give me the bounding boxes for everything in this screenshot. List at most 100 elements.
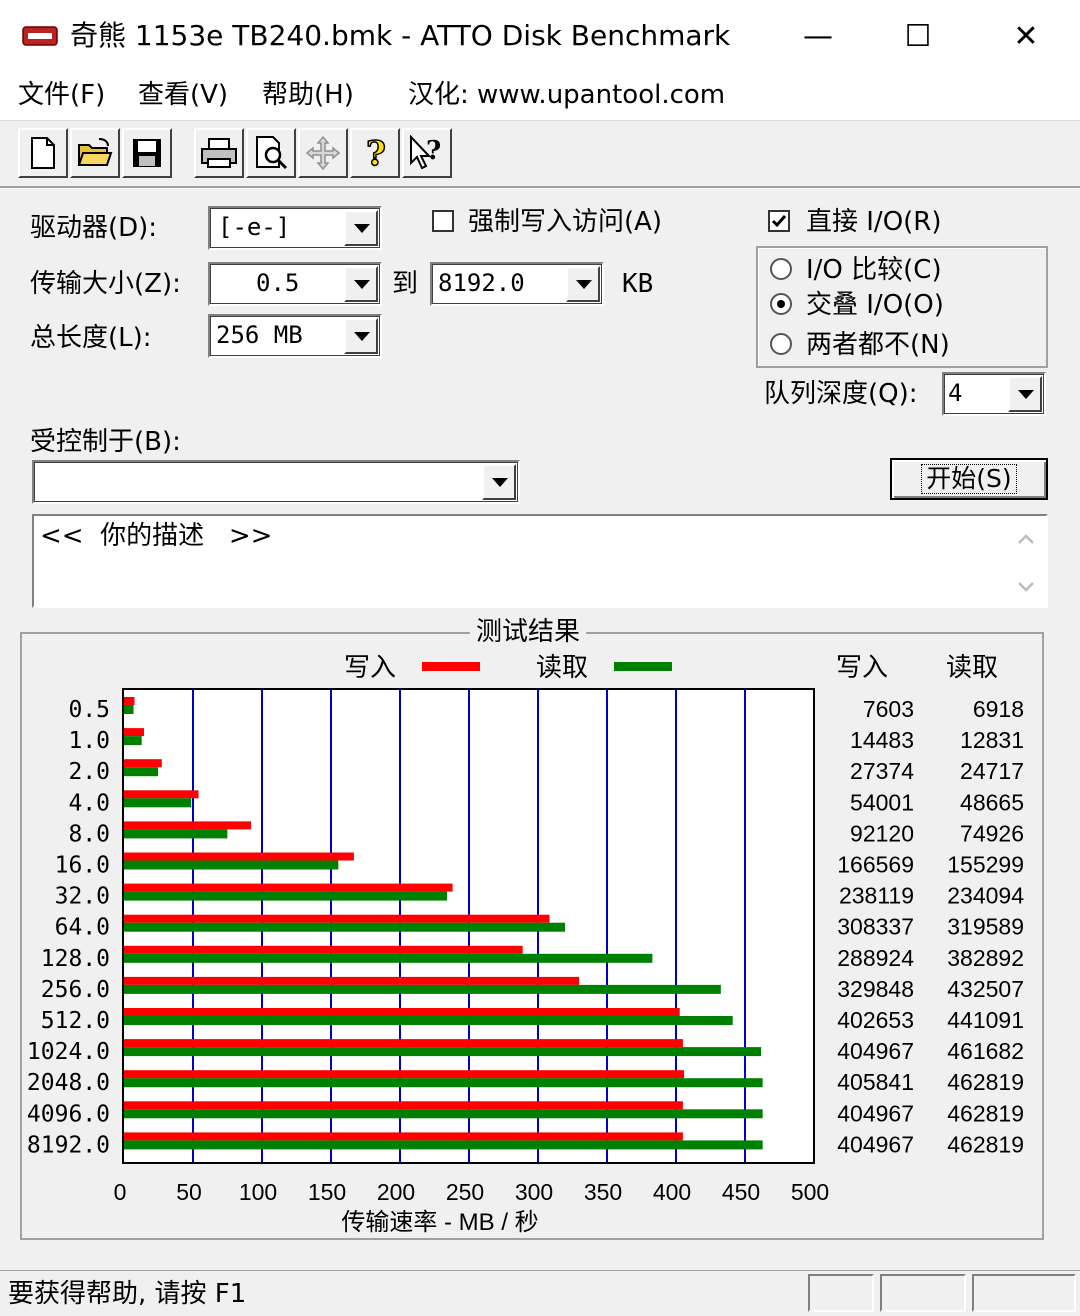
bar-write [124,852,354,861]
chevron-down-icon[interactable] [566,266,600,302]
y-tick-label: 128.0 [41,946,110,972]
bar-read [124,1047,762,1057]
legend-read-swatch [614,662,672,671]
bar-write [124,976,580,985]
x-tick-label: 100 [239,1179,277,1205]
bar-write [124,1132,683,1141]
status-pane [808,1274,874,1312]
bar-read [124,891,448,901]
print-icon[interactable] [194,128,244,178]
read-value: 6918 [973,696,1024,722]
controlled-by-label: 受控制于(B): [30,427,181,457]
x-tick-label: 450 [722,1179,760,1205]
bar-write [124,759,162,768]
toolbar: ? ? [4,122,462,184]
queue-depth-label: 队列深度(Q): [764,379,918,409]
write-value: 238119 [839,883,914,909]
io-compare-radio[interactable] [770,258,792,280]
write-value: 402653 [837,1007,914,1033]
io-compare-label[interactable]: I/O 比较(C) [806,252,942,288]
transfer-to-select[interactable]: 8192.0 [430,262,604,306]
neither-radio[interactable] [770,333,792,355]
total-length-select[interactable]: 256 MB [208,314,382,358]
new-file-icon[interactable] [18,128,68,178]
transfer-from-select[interactable]: 0.5 [208,262,382,306]
write-value: 288924 [837,945,914,971]
overlapped-io-label[interactable]: 交叠 I/O(O) [806,287,944,323]
x-tick-label: 500 [791,1179,829,1205]
bar-read [124,953,653,963]
bar-write [124,728,145,737]
start-button-label: 开始(S) [921,464,1017,494]
write-value: 404967 [837,1038,914,1064]
svg-text:?: ? [366,135,386,171]
chevron-down-icon[interactable] [344,318,378,354]
menu-help[interactable]: 帮助(H) [262,76,354,114]
drive-select[interactable]: [-e-] [208,206,382,250]
description-textarea[interactable]: << 你的描述 >> [32,514,1048,608]
write-value: 166569 [837,852,914,878]
x-tick-label: 0 [114,1179,127,1205]
chevron-down-icon[interactable] [482,464,516,500]
bar-read [124,767,159,777]
chevron-down-icon[interactable] [344,266,378,302]
transfer-from-value: 0.5 [256,269,300,297]
bar-read [124,922,566,932]
legend-read-label: 读取 [536,652,588,682]
y-tick-label: 4.0 [68,790,110,816]
window-title: 奇熊 1153e TB240.bmk - ATTO Disk Benchmark [70,19,731,52]
legend-write-label: 写入 [344,652,396,682]
neither-label[interactable]: 两者都不(N) [806,327,950,363]
x-tick-label: 400 [653,1179,691,1205]
chevron-down-icon[interactable] [344,210,378,246]
read-value: 462819 [947,1100,1024,1126]
scroll-down-icon[interactable] [1017,580,1035,594]
scrollbar[interactable] [1008,518,1044,604]
queue-depth-select[interactable]: 4 [942,372,1046,416]
total-length-label: 总长度(L): [30,323,152,353]
start-button[interactable]: 开始(S) [890,458,1048,500]
maximize-button[interactable]: ☐ [868,0,968,72]
menu-file[interactable]: 文件(F) [18,76,105,114]
read-value: 461682 [947,1038,1024,1064]
write-value: 92120 [850,820,914,846]
read-value: 74926 [960,820,1024,846]
status-text: 要获得帮助, 请按 F1 [8,1279,247,1309]
controlled-by-select[interactable] [32,460,520,504]
menu-view[interactable]: 查看(V) [138,76,228,114]
y-tick-label: 8.0 [68,821,110,847]
force-write-label[interactable]: 强制写入访问(A) [468,204,662,240]
print-preview-icon[interactable] [246,128,296,178]
bar-write [124,821,252,830]
open-folder-icon[interactable] [70,128,120,178]
column-header-read: 读取 [946,652,998,682]
context-help-icon[interactable]: ? [402,128,452,178]
direct-io-checkbox[interactable] [768,210,790,232]
write-value: 329848 [837,976,914,1002]
overlapped-io-radio[interactable] [770,293,792,315]
bar-write [124,914,550,923]
read-value: 48665 [960,789,1024,815]
write-value: 308337 [837,914,914,940]
to-label: 到 [392,269,419,299]
results-chart: 写入 读取 写入 读取 0 50 100 150 200 250 300 350 400 450 5… [27,652,1024,1236]
bar-read [124,1140,763,1150]
bar-read [124,860,339,870]
close-button[interactable]: ✕ [976,0,1076,72]
scroll-up-icon[interactable] [1017,532,1035,546]
chevron-down-icon[interactable] [1008,376,1042,412]
minimize-button[interactable]: — [768,0,868,72]
save-icon[interactable] [122,128,172,178]
move-icon[interactable] [298,128,348,178]
x-tick-label: 250 [446,1179,484,1205]
read-value: 382892 [947,945,1024,971]
force-write-checkbox[interactable] [432,210,454,232]
drive-label: 驱动器(D): [30,213,158,243]
x-tick-label: 350 [584,1179,622,1205]
y-tick-label: 1.0 [68,728,110,754]
write-value: 404967 [837,1100,914,1126]
status-pane [972,1274,1076,1312]
help-icon[interactable]: ? [350,128,400,178]
bar-write [124,883,453,892]
direct-io-label[interactable]: 直接 I/O(R) [806,204,942,240]
